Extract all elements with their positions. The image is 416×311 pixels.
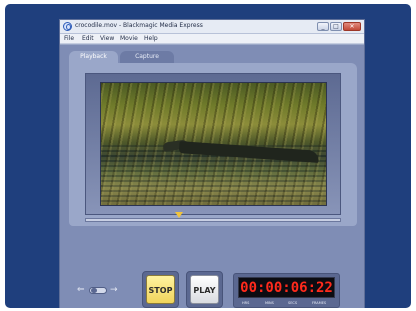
minimize-button[interactable]: _ — [317, 22, 329, 31]
direction-toggle[interactable] — [89, 287, 107, 294]
desktop-background: crocodile.mov - Blackmagic Media Express… — [4, 3, 412, 309]
menu-view[interactable]: View — [100, 35, 114, 42]
menu-file-label: File — [64, 35, 75, 42]
play-button-frame: PLAY — [186, 271, 223, 308]
menu-bar: File Edit View Movie Help — [60, 34, 364, 44]
menu-file[interactable]: File — [64, 35, 74, 42]
timecode-label-secs: SECS — [288, 301, 298, 305]
app-window: crocodile.mov - Blackmagic Media Express… — [59, 19, 365, 308]
timecode-panel: 00:00:06:22 HRS MINS SECS FRAMES — [233, 273, 340, 308]
timecode-label-frames: FRAMES — [312, 301, 327, 305]
window-title: crocodile.mov - Blackmagic Media Express — [75, 22, 203, 29]
timecode-label-hrs: HRS — [242, 301, 250, 305]
left-arrow-icon: ⇐ — [77, 285, 85, 295]
menu-movie-label: Movie — [120, 35, 138, 42]
toggle-knob[interactable] — [91, 288, 97, 293]
menu-movie[interactable]: Movie — [120, 35, 138, 42]
menu-edit-label: Edit — [82, 35, 94, 42]
maximize-button[interactable]: □ — [330, 22, 342, 31]
tab-playback-label: Playback — [80, 53, 107, 60]
tab-playback[interactable]: Playback — [69, 51, 118, 63]
main-content: Playback Capture ⇐ → STOP PLAY 00:00:06:… — [60, 45, 364, 308]
tab-capture-label: Capture — [135, 53, 159, 60]
stop-button[interactable]: STOP — [146, 275, 175, 304]
timecode-label-mins: MINS — [265, 301, 274, 305]
menu-view-label: View — [100, 35, 115, 42]
video-bezel — [85, 73, 341, 215]
tab-capture[interactable]: Capture — [120, 51, 174, 63]
video-preview — [100, 82, 327, 206]
play-button[interactable]: PLAY — [190, 275, 219, 304]
playback-panel — [69, 63, 357, 226]
stop-button-frame: STOP — [142, 271, 179, 308]
menu-edit[interactable]: Edit — [82, 35, 94, 42]
timecode-display: 00:00:06:22 — [238, 277, 335, 298]
scrub-bar[interactable] — [85, 218, 341, 222]
menu-help-label: Help — [144, 35, 158, 42]
close-button[interactable]: ✕ — [343, 22, 361, 31]
title-bar[interactable]: crocodile.mov - Blackmagic Media Express… — [60, 20, 364, 34]
menu-help[interactable]: Help — [144, 35, 158, 42]
right-arrow-icon: → — [110, 285, 118, 295]
app-icon — [63, 22, 72, 31]
